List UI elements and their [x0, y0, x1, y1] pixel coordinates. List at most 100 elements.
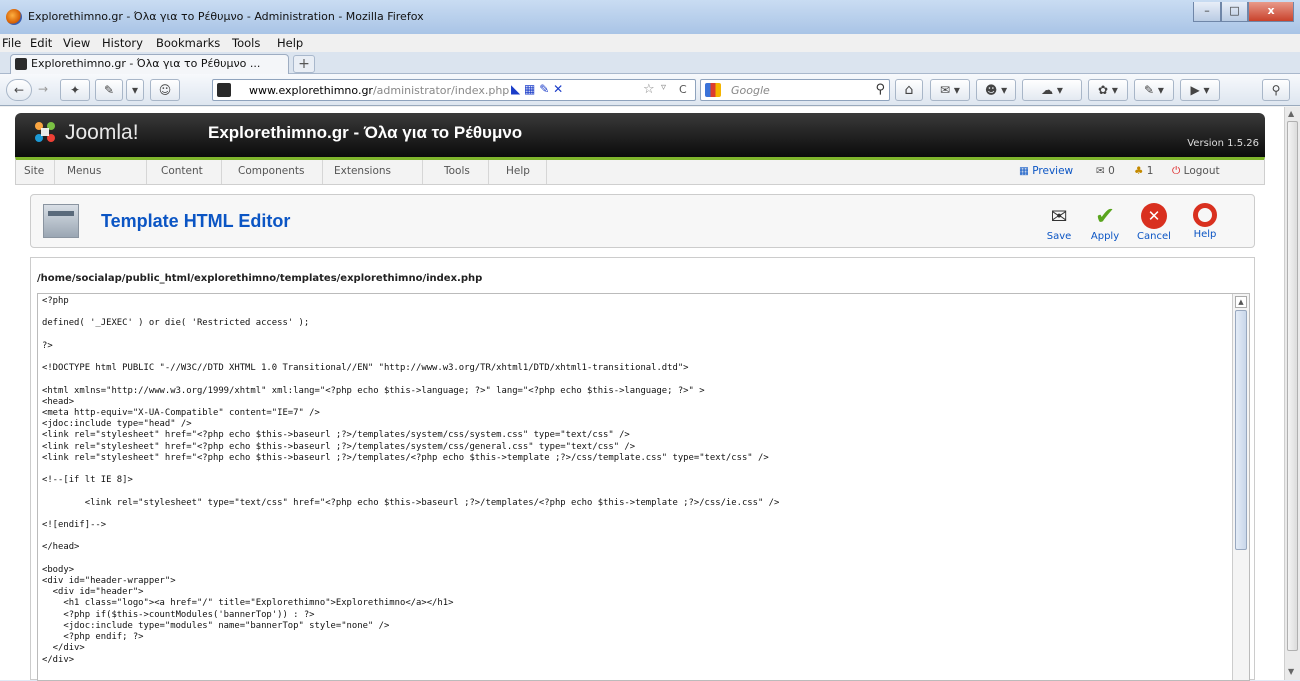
menu-divider — [146, 160, 147, 184]
help-label: Help — [1193, 229, 1217, 240]
logout-label: Logout — [1183, 165, 1220, 177]
tab-label: Explorethimno.gr - Όλα για το Ρέθυμνο ..… — [31, 57, 261, 70]
admin-menu-tools[interactable]: Tools — [444, 165, 470, 177]
firefox-icon — [6, 9, 22, 25]
menu-view[interactable]: View — [63, 36, 90, 50]
dropdown-icon[interactable]: ▿ — [661, 82, 666, 93]
save-icon: ✉ — [1050, 204, 1068, 228]
menu-bookmarks[interactable]: Bookmarks — [156, 36, 220, 50]
browser-window: Explorethimno.gr - Όλα για το Ρέθυμνο - … — [0, 0, 1300, 681]
code-scrollbar[interactable]: ▲ — [1232, 294, 1249, 680]
messages-icon: ✉ — [1096, 165, 1109, 177]
menu-file[interactable]: File — [2, 36, 21, 50]
addon-button-2[interactable]: ☻ ▾ — [976, 79, 1016, 101]
sync-icon[interactable]: ☺ — [150, 79, 180, 101]
menu-history[interactable]: History — [102, 36, 143, 50]
page-title: Template HTML Editor — [101, 211, 291, 231]
joomla-wordmark: Joomla! — [65, 121, 139, 144]
search-placeholder: Google — [731, 84, 770, 97]
tab-explorethimno[interactable]: Explorethimno.gr - Όλα για το Ρέθυμνο ..… — [10, 54, 289, 74]
joomla-favicon-icon — [15, 58, 27, 70]
scrollbar-thumb[interactable] — [1235, 310, 1247, 550]
preview-label: Preview — [1032, 165, 1074, 177]
cancel-label: Cancel — [1137, 231, 1171, 242]
users-value: 1 — [1146, 165, 1154, 177]
logout-icon: ⏻ — [1172, 165, 1184, 177]
addon-button-3[interactable]: ☁ ▾ — [1022, 79, 1082, 101]
site-title: Explorethimno.gr - Όλα για το Ρέθυμνο — [208, 123, 523, 142]
messages-value: 0 — [1108, 165, 1115, 177]
youtube-icon[interactable]: ▶ ▾ — [1180, 79, 1220, 101]
close-window-button[interactable]: x — [1248, 2, 1294, 22]
search-bar[interactable]: Google ⚲ — [700, 79, 890, 101]
admin-menu-menus[interactable]: Menus — [67, 165, 101, 177]
navigation-toolbar: ← → ✦ ✎ ▾ ☺ www.explorethimno.gr/adminis… — [0, 74, 1300, 106]
addon-button-1[interactable]: ✉ ▾ — [930, 79, 970, 101]
menu-divider — [54, 160, 55, 184]
url-host: www.explorethimno.gr — [249, 84, 373, 97]
chevron-down-icon[interactable]: ▾ — [126, 79, 144, 101]
menu-divider — [221, 160, 222, 184]
admin-menu: Site Menus Content Components Extensions… — [15, 157, 1265, 185]
search-icon[interactable]: ⚲ — [875, 82, 885, 97]
cancel-button[interactable]: ✕ Cancel — [1132, 203, 1176, 243]
pencil-icon[interactable]: ✎ — [95, 79, 123, 101]
addon-bar-icons[interactable]: ◣ ▦ ✎ ✕ — [511, 82, 563, 96]
scroll-down-icon[interactable]: ▼ — [1288, 667, 1294, 676]
menu-bar: File Edit View History Bookmarks Tools H… — [0, 34, 1300, 52]
page-scrollbar-thumb[interactable] — [1287, 121, 1298, 651]
url-bar[interactable]: www.explorethimno.gr/administrator/index… — [212, 79, 696, 101]
admin-menu-extensions[interactable]: Extensions — [334, 165, 391, 177]
logout-link[interactable]: ⏻ Logout — [1172, 165, 1220, 178]
file-path: /home/socialap/public_html/explorethimno… — [37, 273, 483, 284]
back-button[interactable]: ← — [6, 79, 32, 101]
addon-button-5[interactable]: ✎ ▾ — [1134, 79, 1174, 101]
maximize-button[interactable]: □ — [1221, 2, 1248, 22]
apply-button[interactable]: ✔ Apply — [1083, 203, 1127, 243]
reload-icon[interactable]: C — [679, 83, 687, 96]
forward-button[interactable]: → — [34, 79, 52, 101]
url-path: /administrator/index.php — [372, 84, 510, 97]
google-icon — [705, 83, 721, 97]
admin-menu-help[interactable]: Help — [506, 165, 530, 177]
checkmark-icon: ✔ — [1094, 202, 1116, 230]
code-textarea[interactable]: <?php defined( '_JEXEC' ) or die( 'Restr… — [37, 293, 1250, 681]
save-button[interactable]: ✉ Save — [1037, 203, 1081, 243]
url-text: www.explorethimno.gr/administrator/index… — [249, 84, 509, 97]
window-titlebar: Explorethimno.gr - Όλα για το Ρέθυμνο - … — [0, 0, 1300, 34]
addon-button-4[interactable]: ✿ ▾ — [1088, 79, 1128, 101]
scroll-up-icon[interactable]: ▲ — [1288, 109, 1294, 118]
window-title: Explorethimno.gr - Όλα για το Ρέθυμνο - … — [28, 10, 424, 23]
addon-icon[interactable]: ✦ — [60, 79, 90, 101]
menu-divider — [422, 160, 423, 184]
version-label: Version 1.5.26 — [1187, 138, 1259, 149]
menu-tools[interactable]: Tools — [232, 36, 260, 50]
minimize-button[interactable]: – — [1193, 2, 1221, 22]
messages-count[interactable]: ✉ 0 — [1096, 165, 1115, 177]
page-toolbar: Template HTML Editor ✉ Save ✔ Apply ✕ Ca… — [30, 194, 1255, 248]
admin-menu-site[interactable]: Site — [24, 165, 44, 177]
new-tab-button[interactable]: + — [293, 55, 315, 73]
scroll-up-icon[interactable]: ▲ — [1235, 296, 1247, 308]
users-count[interactable]: ♣ 1 — [1134, 165, 1153, 177]
template-editor-icon — [43, 204, 79, 238]
admin-menu-content[interactable]: Content — [161, 165, 203, 177]
cancel-icon: ✕ — [1141, 203, 1167, 229]
menu-divider — [546, 160, 547, 184]
users-icon: ♣ — [1134, 165, 1147, 177]
preview-link[interactable]: ▦ Preview — [1019, 165, 1073, 177]
page-content: Joomla! Explorethimno.gr - Όλα για το Ρέ… — [0, 107, 1284, 681]
editor-panel: /home/socialap/public_html/explorethimno… — [30, 257, 1255, 681]
apply-label: Apply — [1090, 231, 1120, 242]
menu-divider — [322, 160, 323, 184]
page-scrollbar[interactable]: ▲ ▼ — [1284, 107, 1300, 680]
zoom-search-icon[interactable]: ⚲ — [1262, 79, 1290, 101]
menu-help[interactable]: Help — [277, 36, 303, 50]
star-icon[interactable]: ☆ — [643, 82, 655, 97]
help-button[interactable]: Help — [1183, 203, 1227, 243]
admin-menu-components[interactable]: Components — [238, 165, 304, 177]
menu-edit[interactable]: Edit — [30, 36, 52, 50]
preview-icon: ▦ — [1019, 165, 1033, 177]
lifebuoy-icon — [1193, 203, 1217, 227]
home-icon[interactable]: ⌂ — [895, 79, 923, 101]
